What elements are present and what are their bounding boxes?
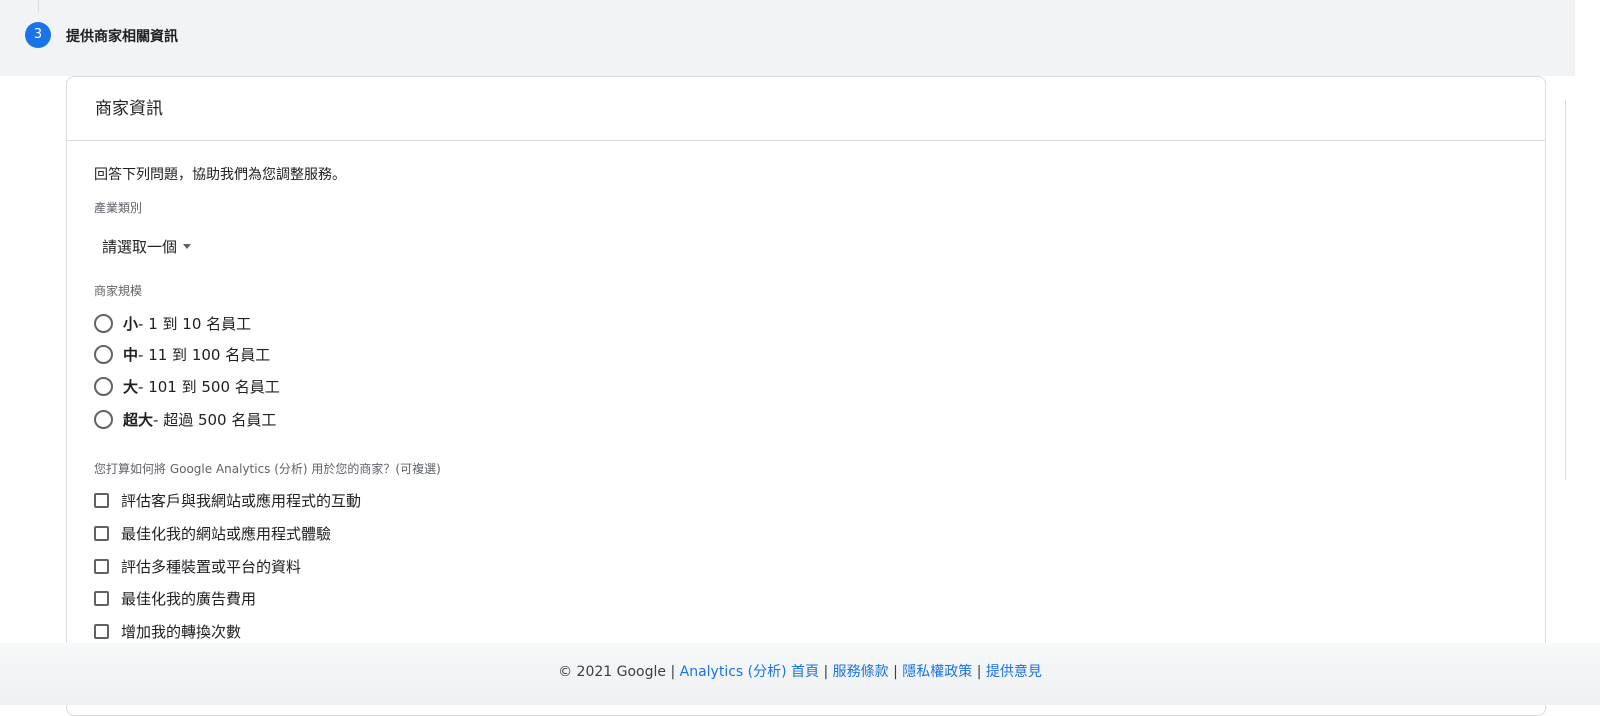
usage-option-optimize-ad-spend[interactable]: 最佳化我的廣告費用: [94, 588, 256, 609]
size-option-name: 小: [123, 315, 139, 333]
checkbox-icon[interactable]: [94, 591, 109, 606]
usage-option-label: 最佳化我的網站或應用程式體驗: [121, 525, 332, 543]
usage-option-optimize-experience[interactable]: 最佳化我的網站或應用程式體驗: [94, 523, 331, 544]
footer-link-analytics-home[interactable]: Analytics (分析) 首頁: [680, 664, 819, 680]
intro-text: 回答下列問題，協助我們為您調整服務。: [94, 167, 346, 183]
radio-button-icon[interactable]: [94, 377, 113, 396]
footer-link-feedback[interactable]: 提供意見: [986, 664, 1042, 680]
business-size-label: 商家規模: [94, 284, 143, 298]
step-number-badge: 3: [25, 22, 51, 48]
footer-separator: |: [670, 664, 676, 680]
radio-button-icon[interactable]: [94, 314, 113, 333]
stepper-header: [0, 0, 1575, 76]
usage-option-cross-device[interactable]: 評估多種裝置或平台的資料: [94, 556, 301, 577]
usage-option-label: 最佳化我的廣告費用: [121, 590, 257, 608]
radio-button-icon[interactable]: [94, 410, 113, 429]
size-option-name: 大: [123, 378, 139, 396]
dropdown-caret-icon: [183, 244, 192, 249]
size-option-detail: - 101 到 500 名員工: [138, 378, 280, 396]
size-option-detail: - 1 到 10 名員工: [138, 315, 252, 333]
size-option-large[interactable]: 大 - 101 到 500 名員工: [94, 376, 280, 397]
size-option-xlarge[interactable]: 超大 - 超過 500 名員工: [94, 409, 276, 430]
size-option-name: 中: [123, 346, 139, 364]
industry-dropdown[interactable]: 請選取一個: [102, 236, 192, 257]
footer-copyright: © 2021 Google: [558, 664, 666, 680]
stepper-connector-line: [38, 0, 39, 12]
usage-option-label: 評估客戶與我網站或應用程式的互動: [121, 492, 362, 510]
usage-option-measure-engagement[interactable]: 評估客戶與我網站或應用程式的互動: [94, 490, 361, 511]
industry-label: 產業類別: [94, 201, 143, 215]
footer-separator: |: [823, 664, 829, 680]
checkbox-icon[interactable]: [94, 624, 109, 639]
footer-link-privacy[interactable]: 隱私權政策: [902, 664, 972, 680]
checkbox-icon[interactable]: [94, 493, 109, 508]
step-title: 提供商家相關資訊: [66, 29, 178, 45]
usage-option-label: 增加我的轉換次數: [121, 623, 242, 641]
checkbox-icon[interactable]: [94, 526, 109, 541]
checkbox-icon[interactable]: [94, 559, 109, 574]
usage-option-label: 評估多種裝置或平台的資料: [121, 558, 302, 576]
size-option-name: 超大: [123, 411, 154, 429]
size-option-detail: - 11 到 100 名員工: [138, 346, 271, 364]
footer-separator: |: [976, 664, 982, 680]
page-footer: © 2021 Google | Analytics (分析) 首頁 | 服務條款…: [0, 643, 1600, 705]
scroll-edge-divider: [1565, 100, 1566, 480]
footer-link-terms[interactable]: 服務條款: [833, 664, 889, 680]
size-option-detail: - 超過 500 名員工: [153, 411, 277, 429]
size-option-medium[interactable]: 中 - 11 到 100 名員工: [94, 344, 270, 365]
radio-button-icon[interactable]: [94, 345, 113, 364]
footer-separator: |: [893, 664, 898, 680]
industry-dropdown-value: 請選取一個: [102, 238, 178, 256]
usage-option-increase-conversions[interactable]: 增加我的轉換次數: [94, 621, 241, 642]
usage-question-label: 您打算如何將 Google Analytics (分析) 用於您的商家？(可複選…: [94, 462, 441, 476]
size-option-small[interactable]: 小 - 1 到 10 名員工: [94, 313, 251, 334]
card-title: 商家資訊: [67, 77, 1545, 141]
